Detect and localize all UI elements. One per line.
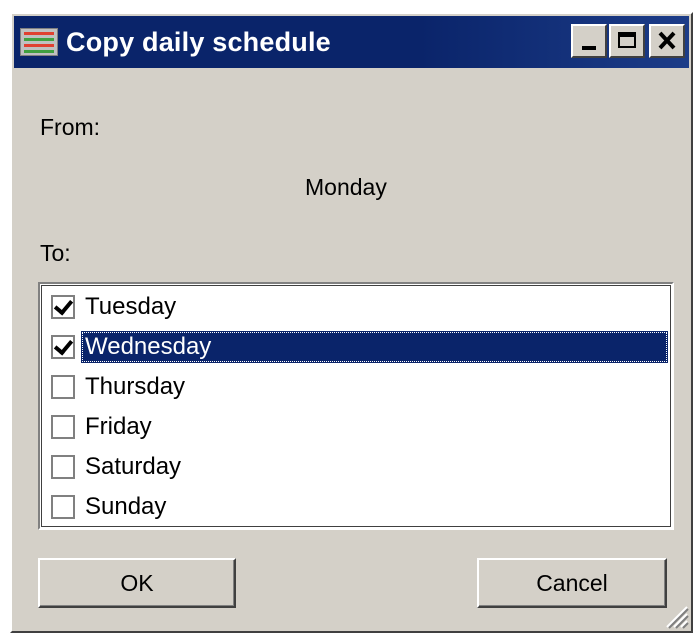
schedule-app-icon	[20, 28, 58, 56]
day-list-item[interactable]: Tuesday	[44, 288, 668, 326]
from-label: From:	[40, 114, 101, 140]
close-button[interactable]	[649, 24, 685, 58]
day-checkbox[interactable]	[51, 335, 75, 359]
day-list-item[interactable]: Wednesday	[44, 328, 668, 366]
window-controls	[571, 24, 685, 58]
day-list-item[interactable]: Thursday	[44, 368, 668, 406]
day-label: Thursday	[85, 373, 186, 400]
close-icon	[658, 31, 676, 50]
days-checklist-items: Tuesday Wednesday Thursday Friday Saturday Su…	[44, 288, 668, 524]
days-checklist[interactable]: Tuesday Wednesday Thursday Friday Saturday Su…	[38, 282, 674, 530]
resize-grip-icon[interactable]	[661, 601, 689, 629]
to-label: To:	[40, 240, 71, 266]
maximize-button[interactable]	[609, 24, 645, 58]
minimize-button[interactable]	[571, 24, 607, 58]
day-list-item[interactable]: Sunday	[44, 488, 668, 526]
cancel-button[interactable]: Cancel	[477, 558, 667, 608]
day-checkbox[interactable]	[51, 455, 75, 479]
day-checkbox[interactable]	[51, 295, 75, 319]
maximize-icon	[618, 32, 636, 48]
day-list-item[interactable]: Friday	[44, 408, 668, 446]
copy-daily-schedule-dialog: Copy daily schedule From: Monday To: Tue…	[10, 12, 693, 633]
day-label: Sunday	[85, 493, 167, 520]
day-checkbox[interactable]	[51, 375, 75, 399]
from-day-value: Monday	[305, 174, 387, 200]
day-checkbox[interactable]	[51, 415, 75, 439]
title-bar[interactable]: Copy daily schedule	[14, 16, 689, 68]
window-title: Copy daily schedule	[66, 26, 331, 57]
day-label: Saturday	[85, 453, 182, 480]
day-label: Tuesday	[85, 293, 177, 320]
day-label: Wednesday	[81, 331, 668, 363]
day-list-item[interactable]: Saturday	[44, 448, 668, 486]
ok-button[interactable]: OK	[38, 558, 236, 608]
day-label: Friday	[85, 413, 152, 440]
minimize-icon	[582, 46, 596, 50]
day-checkbox[interactable]	[51, 495, 75, 519]
